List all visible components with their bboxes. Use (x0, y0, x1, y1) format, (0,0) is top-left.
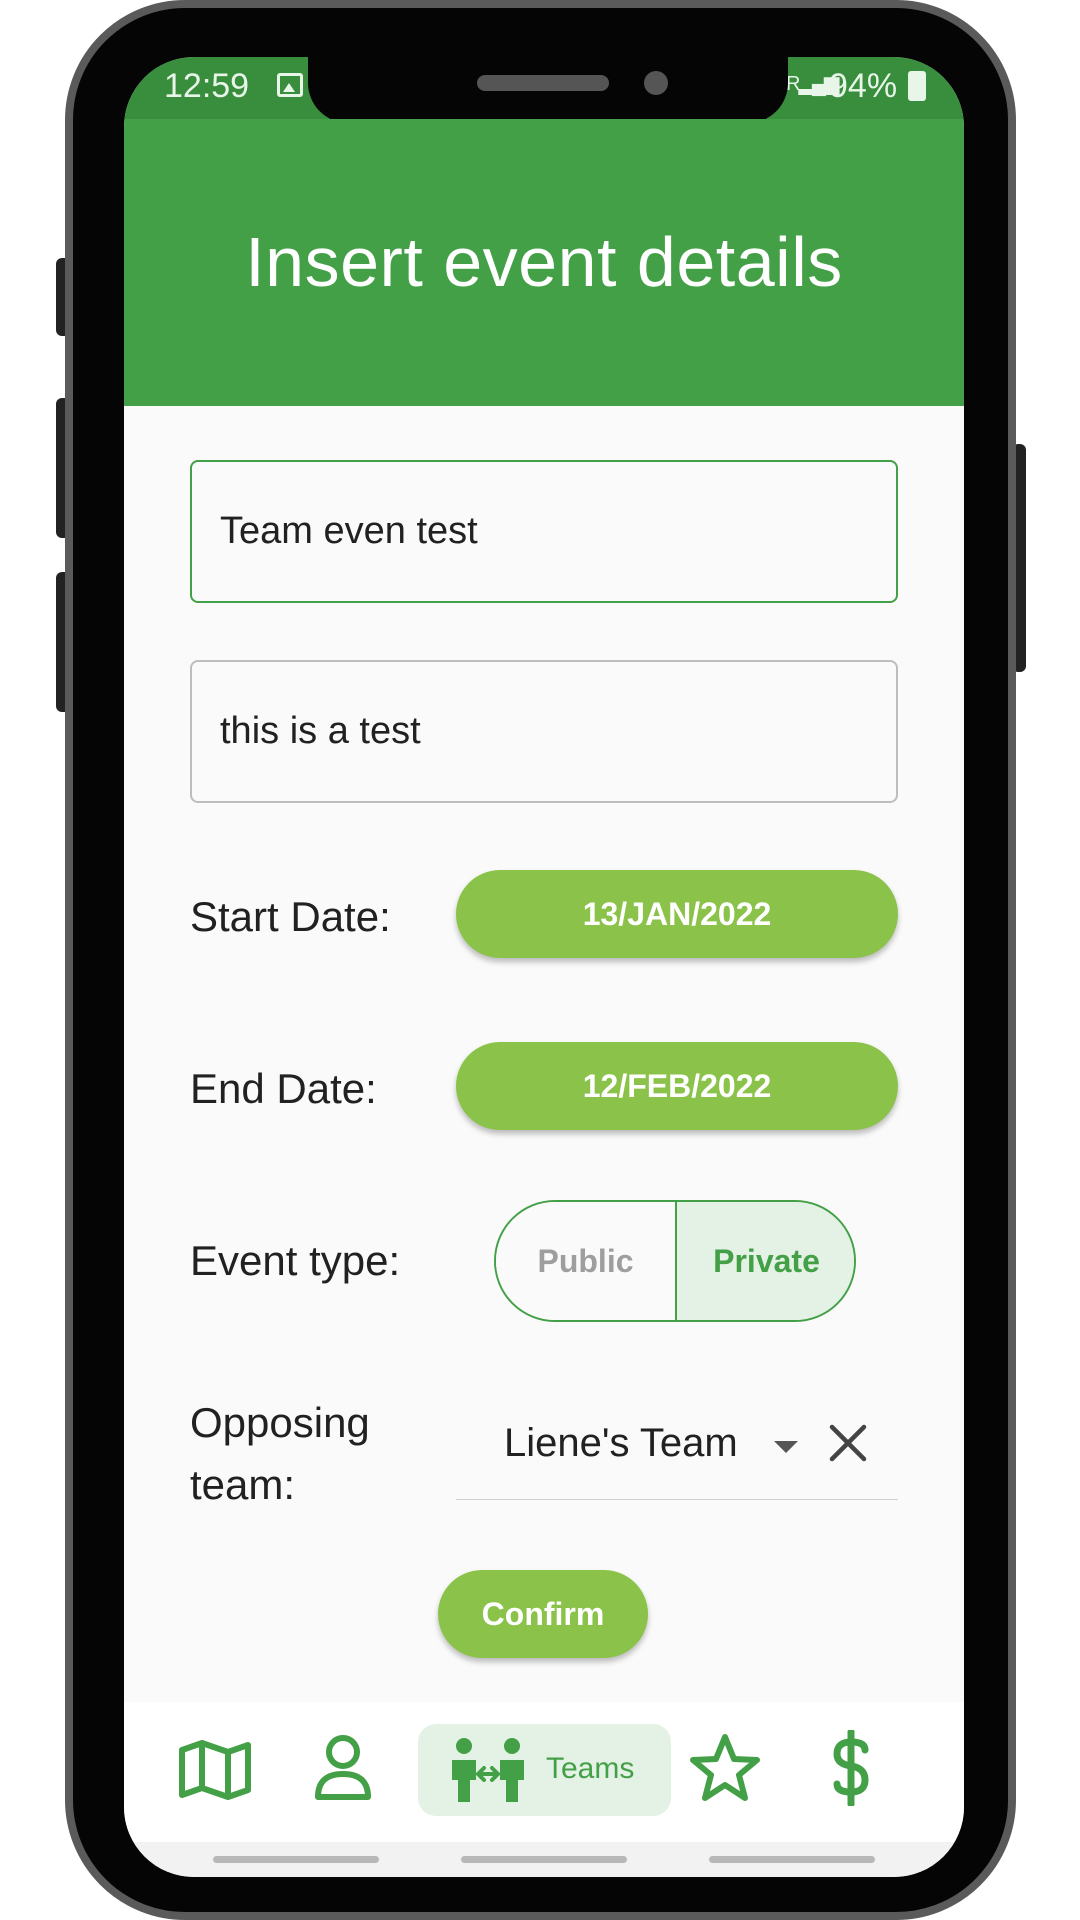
end-date-button[interactable]: 12/FEB/2022 (456, 1042, 898, 1130)
event-name-input[interactable]: Team even test (190, 460, 898, 603)
close-icon[interactable] (824, 1419, 872, 1467)
notch (308, 57, 788, 123)
map-icon[interactable] (178, 1740, 252, 1800)
dollar-icon[interactable] (831, 1730, 871, 1806)
teams-icon (452, 1738, 524, 1802)
gesture-handle-center (461, 1856, 627, 1863)
event-type-toggle: Public Private (494, 1200, 856, 1322)
end-date-label: End Date: (190, 1065, 377, 1112)
dropdown-arrow-icon[interactable] (774, 1441, 798, 1453)
event-type-label: Event type: (190, 1237, 401, 1284)
status-time: 12:59 (164, 67, 250, 105)
battery-icon (908, 71, 926, 101)
start-date-label: Start Date: (190, 893, 391, 940)
event-type-private[interactable]: Private (675, 1202, 854, 1320)
opposing-team-label: Opposing team: (190, 1392, 370, 1516)
opposing-team-label-line1: Opposing (190, 1399, 370, 1446)
confirm-button[interactable]: Confirm (438, 1570, 648, 1658)
star-icon[interactable] (689, 1732, 761, 1804)
battery-percent: 94% (829, 67, 898, 105)
page-title: Insert event details (245, 223, 843, 301)
front-camera (644, 71, 668, 95)
nav-teams-label: Teams (546, 1752, 635, 1785)
gesture-bar (124, 1842, 964, 1877)
speaker (477, 75, 609, 91)
opposing-team-value: Liene's Team (504, 1421, 738, 1465)
app-screen: 12:59 R▂▄▆ 94% Insert event details Team… (124, 57, 964, 1877)
opposing-team-label-line2: team: (190, 1461, 296, 1508)
gallery-notification-icon (277, 73, 303, 97)
person-icon[interactable] (313, 1732, 373, 1802)
event-description-input[interactable]: this is a test (190, 660, 898, 803)
opposing-team-dropdown[interactable]: Liene's Team (456, 1399, 898, 1500)
start-date-button[interactable]: 13/JAN/2022 (456, 870, 898, 958)
gesture-handle-right (709, 1856, 875, 1863)
event-type-public[interactable]: Public (496, 1202, 675, 1320)
app-header: Insert event details (124, 119, 964, 406)
bottom-navigation: Teams (124, 1702, 964, 1842)
nav-item-teams[interactable]: Teams (418, 1724, 671, 1816)
gesture-handle-left (213, 1856, 379, 1863)
